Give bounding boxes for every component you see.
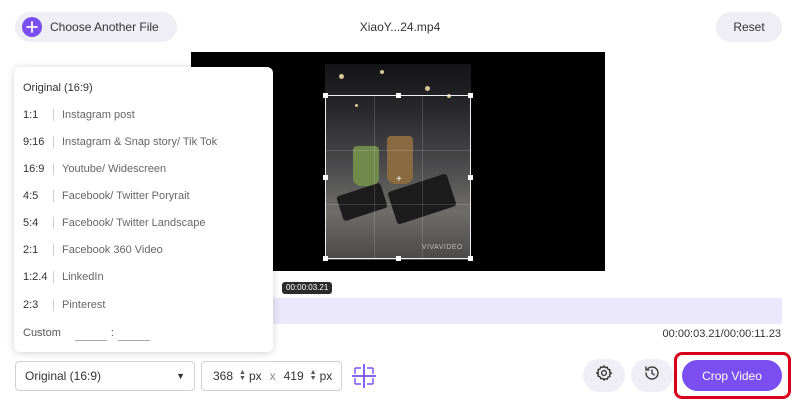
crop-handle-left[interactable] — [323, 175, 328, 180]
ratio-value: 2:1 — [23, 244, 39, 256]
custom-ratio-row: Custom : — [23, 325, 150, 341]
crop-selection-box[interactable]: + — [323, 93, 473, 261]
ratio-option-2-1[interactable]: 2:1 Facebook 360 Video — [14, 239, 273, 261]
width-input[interactable]: 368 — [213, 369, 235, 383]
height-stepper-icon[interactable]: ▲ ▼ — [310, 369, 317, 382]
custom-ratio-separator: : — [110, 327, 114, 339]
reset-button[interactable]: Reset — [716, 12, 782, 42]
aspect-ratio-select[interactable]: Original (16:9) ▼ — [15, 361, 195, 391]
center-crop-icon[interactable] — [349, 362, 379, 390]
dropdown-caret-icon: ▼ — [176, 371, 185, 381]
ratio-description: Pinterest — [62, 299, 106, 311]
crop-handle-right[interactable] — [468, 175, 473, 180]
ratio-description: Facebook/ Twitter Landscape — [62, 217, 206, 229]
ratio-option-16-9[interactable]: 16:9 Youtube/ Widescreen — [14, 158, 273, 180]
ratio-value: 5:4 — [23, 217, 39, 229]
height-unit: px — [319, 369, 333, 383]
ratio-option-original[interactable]: Original (16:9) — [14, 77, 273, 99]
ratio-value: 2:3 — [23, 299, 39, 311]
file-name: XiaoY...24.mp4 — [359, 20, 441, 34]
aspect-ratio-selected: Original (16:9) — [25, 369, 102, 383]
ratio-value: 1:1 — [23, 109, 39, 121]
crop-center-marker-icon: + — [396, 174, 402, 185]
ratio-option-5-4[interactable]: 5:4 Facebook/ Twitter Landscape — [14, 212, 273, 234]
ratio-description: LinkedIn — [62, 271, 104, 283]
ratio-description: Instagram & Snap story/ Tik Tok — [62, 136, 218, 148]
crop-handle-bottom-right[interactable] — [468, 256, 473, 261]
settings-button[interactable] — [583, 359, 625, 392]
ratio-option-1-2-4[interactable]: 1:2.4 LinkedIn — [14, 266, 273, 288]
dimension-times: x — [269, 369, 276, 383]
ratio-value: 4:5 — [23, 190, 39, 202]
ratio-value: 16:9 — [23, 163, 45, 175]
ratio-description: Instagram post — [62, 109, 135, 121]
custom-ratio-label: Custom — [23, 327, 61, 339]
width-stepper-icon[interactable]: ▲ ▼ — [239, 369, 246, 382]
ratio-option-2-3[interactable]: 2:3 Pinterest — [14, 294, 273, 316]
crop-handle-top[interactable] — [396, 93, 401, 98]
aspect-ratio-menu: Original (16:9) 1:1 Instagram post 9:16 … — [14, 67, 273, 352]
ratio-description: Youtube/ Widescreen — [62, 163, 167, 175]
ratio-value: 1:2.4 — [23, 271, 48, 283]
height-input[interactable]: 419 — [284, 369, 306, 383]
crop-handle-top-right[interactable] — [468, 93, 473, 98]
history-button[interactable] — [631, 359, 673, 392]
ratio-description: Facebook 360 Video — [62, 244, 163, 256]
ratio-option-original-label: Original (16:9) — [23, 82, 93, 94]
crop-handle-bottom-left[interactable] — [323, 256, 328, 261]
settings-gear-icon — [595, 364, 613, 387]
crop-handle-top-left[interactable] — [323, 93, 328, 98]
ratio-description: Facebook/ Twitter Poryrait — [62, 190, 190, 202]
width-unit: px — [248, 369, 262, 383]
history-icon — [643, 364, 661, 387]
ratio-option-1-1[interactable]: 1:1 Instagram post — [14, 104, 273, 126]
time-readout: 00:00:03.21/00:00:11.23 — [662, 328, 781, 340]
crop-video-button[interactable]: Crop Video — [682, 360, 782, 391]
current-time-badge: 00:00:03.21 — [282, 282, 333, 294]
ratio-value: 9:16 — [23, 136, 45, 148]
ratio-option-4-5[interactable]: 4:5 Facebook/ Twitter Poryrait — [14, 185, 273, 207]
crop-handle-bottom[interactable] — [396, 256, 401, 261]
custom-ratio-height-input[interactable] — [117, 325, 150, 341]
ratio-option-9-16[interactable]: 9:16 Instagram & Snap story/ Tik Tok — [14, 131, 273, 153]
custom-ratio-width-input[interactable] — [74, 325, 107, 341]
dimension-inputs: 368 ▲ ▼ px x 419 ▲ ▼ px — [201, 361, 342, 391]
